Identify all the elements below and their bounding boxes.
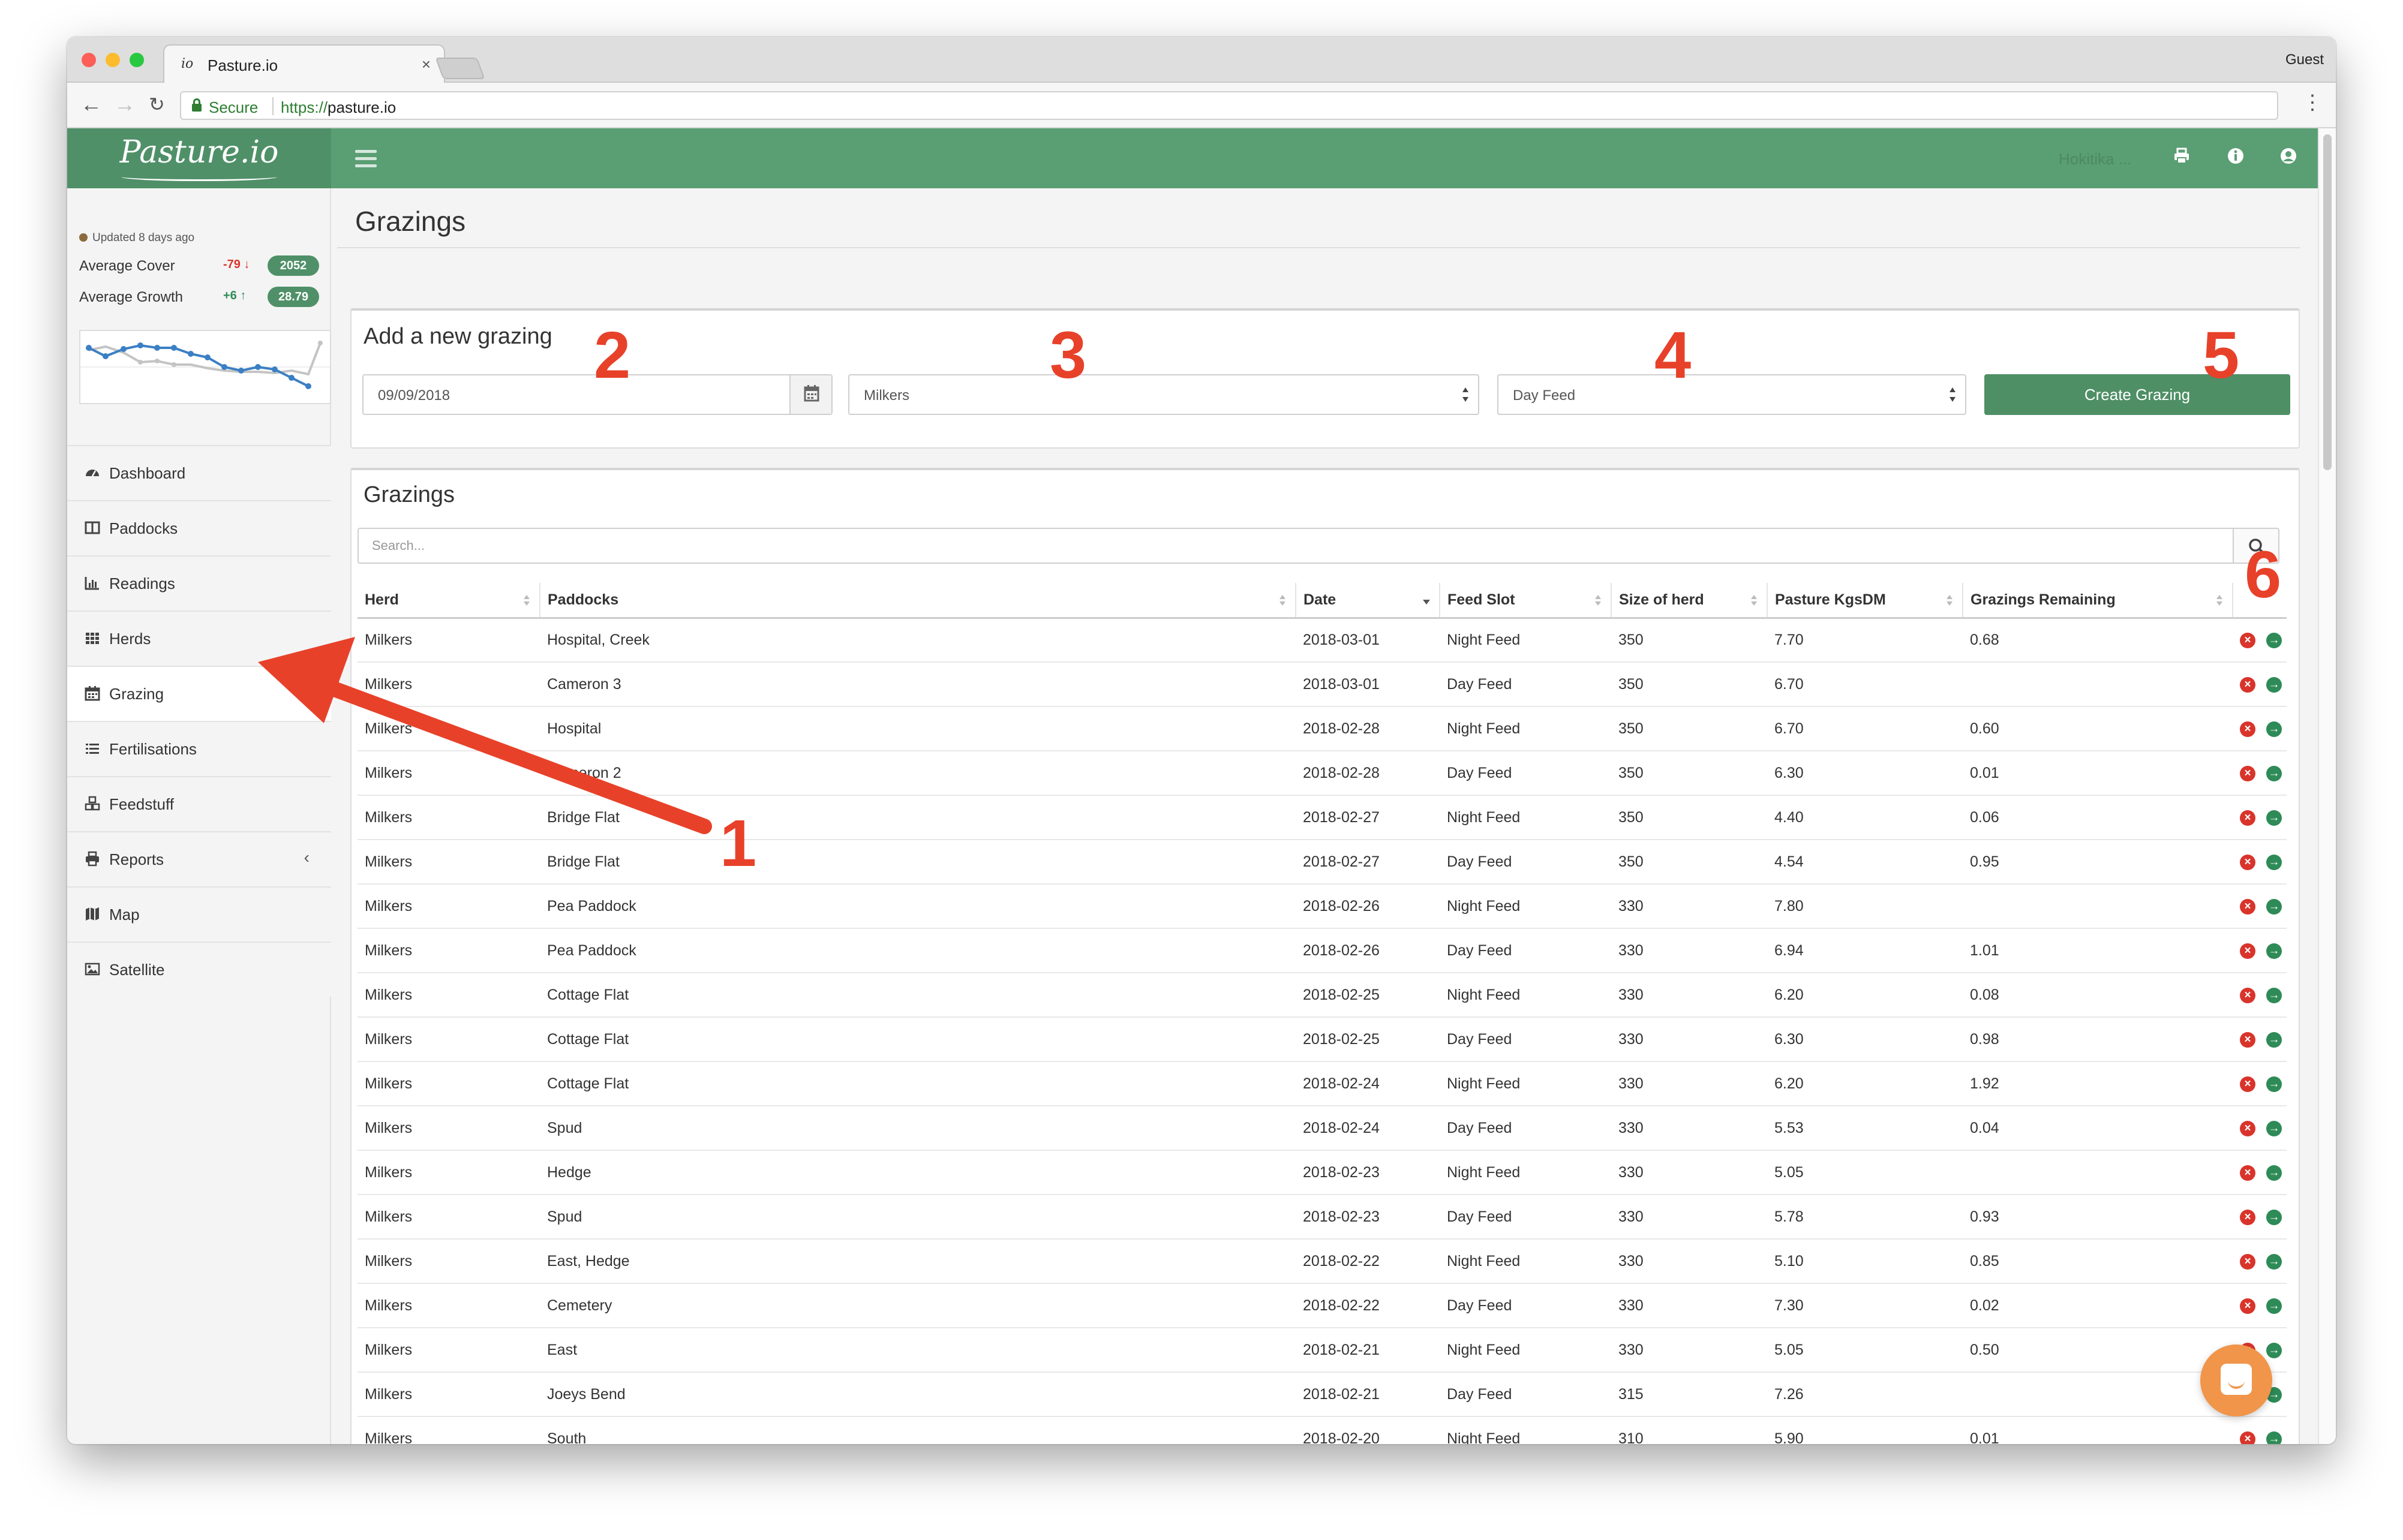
annotation-3: 3 (1050, 318, 1087, 392)
annotation-4: 4 (1654, 318, 1692, 392)
annotation-1: 1 (720, 807, 757, 880)
annotation-6: 6 (2245, 538, 2282, 612)
annotation-5: 5 (2203, 318, 2240, 392)
annotation-2: 2 (594, 318, 631, 392)
annotation-arrow (258, 637, 712, 834)
